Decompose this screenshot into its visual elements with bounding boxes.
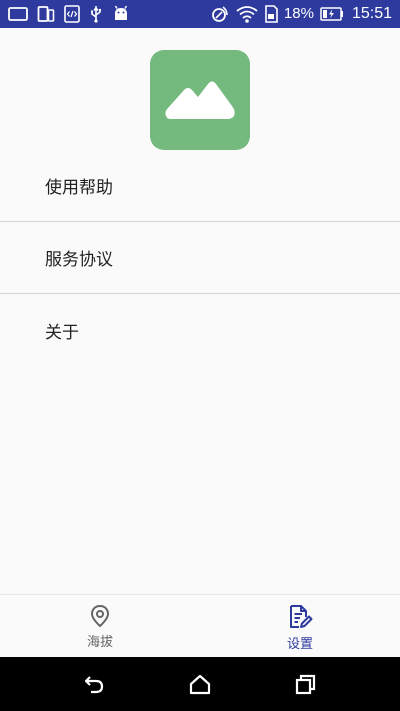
settings-menu: 使用帮助 服务协议 关于 (0, 150, 400, 366)
devices-icon (37, 6, 55, 22)
nfc-icon (212, 6, 228, 22)
back-icon[interactable] (82, 672, 106, 696)
app-logo (150, 50, 250, 150)
usb-icon (91, 6, 102, 23)
menu-item-service-agreement[interactable]: 服务协议 (0, 222, 400, 294)
battery-charging-icon (320, 7, 343, 21)
menu-item-label: 服务协议 (45, 250, 113, 270)
tab-settings[interactable]: 设置 (200, 595, 400, 658)
clock: 15:51 (351, 5, 392, 22)
wifi-icon (236, 6, 258, 23)
menu-item-label: 关于 (45, 322, 79, 343)
sim-card-icon (265, 5, 278, 23)
screen-icon (8, 7, 28, 21)
developer-mode-icon (64, 5, 80, 23)
menu-item-help[interactable]: 使用帮助 (0, 150, 400, 222)
status-bar: 18% 15:51 (0, 0, 400, 28)
home-icon[interactable] (188, 672, 212, 696)
location-pin-icon (90, 604, 110, 628)
mountain-icon (165, 81, 235, 119)
tab-label: 设置 (286, 637, 313, 652)
android-icon (114, 5, 128, 20)
tab-altitude[interactable]: 海拔 (0, 595, 200, 658)
menu-item-about[interactable]: 关于 (0, 294, 400, 366)
menu-item-label: 使用帮助 (45, 178, 113, 198)
system-navigation-bar (0, 657, 400, 711)
app-screen: 18% 15:51 使用帮助 服务协议 关于 海拔 设置 (0, 0, 400, 711)
settings-document-icon (290, 605, 313, 628)
bottom-tab-bar: 海拔 设置 (0, 594, 400, 658)
tab-label: 海拔 (86, 635, 113, 650)
battery-percent: 18% (283, 5, 314, 22)
status-bar-system: 18% 15:51 (210, 4, 392, 24)
recent-apps-icon[interactable] (294, 672, 318, 696)
status-bar-notifications (8, 4, 130, 24)
